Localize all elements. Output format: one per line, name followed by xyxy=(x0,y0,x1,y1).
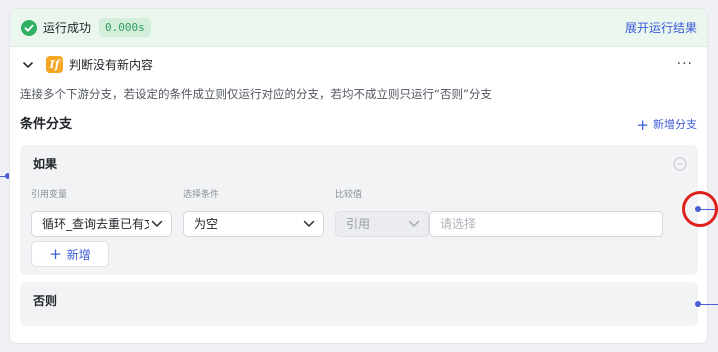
plus-icon: + xyxy=(636,115,649,134)
add-branch-label: 新增分支 xyxy=(653,118,697,131)
if-branch-title: 如果 xyxy=(33,157,58,171)
expand-run-result-link[interactable]: 展开运行结果 xyxy=(625,20,697,36)
condition-node-card: 运行成功 0.000s 展开运行结果 If 判断没有新内容 ··· 连接多个下游… xyxy=(9,8,708,344)
plus-icon: + xyxy=(49,245,62,263)
add-condition-button[interactable]: + 新增 xyxy=(31,241,109,267)
add-branch-button[interactable]: + 新增分支 xyxy=(636,116,697,134)
else-branch-title: 否则 xyxy=(33,294,58,308)
if-node-icon: If xyxy=(46,56,63,73)
variable-select[interactable]: 循环_查询去重已有文 xyxy=(31,211,172,237)
else-connector-line xyxy=(701,304,718,305)
compare-column-label: 比较值 xyxy=(335,190,363,200)
branches-section-title: 条件分支 xyxy=(20,117,73,132)
condition-select[interactable]: 为空 xyxy=(183,211,324,237)
compare-type-select: 引用 xyxy=(335,211,429,237)
else-branch-panel: 否则 xyxy=(20,282,698,326)
run-status-label: 运行成功 xyxy=(43,21,92,35)
highlight-circle xyxy=(682,191,718,227)
node-header: If 判断没有新内容 ··· xyxy=(10,47,707,83)
chevron-down-icon[interactable] xyxy=(22,60,34,70)
check-circle-icon xyxy=(21,20,37,36)
chevron-down-icon xyxy=(408,220,420,227)
run-duration-badge: 0.000s xyxy=(99,18,151,37)
variable-select-value: 循环_查询去重已有文 xyxy=(42,217,149,231)
run-status-bar: 运行成功 0.000s 展开运行结果 xyxy=(10,9,707,47)
variable-column-label: 引用变量 xyxy=(31,190,68,200)
node-title[interactable]: 判断没有新内容 xyxy=(69,57,153,73)
condition-column-label: 选择条件 xyxy=(183,190,220,200)
more-options-icon[interactable]: ··· xyxy=(677,57,693,71)
remove-branch-icon[interactable] xyxy=(673,157,687,171)
chevron-down-icon xyxy=(151,220,163,227)
node-description: 连接多个下游分支，若设定的条件成立则仅运行对应的分支，若均不成立则只运行“否则”… xyxy=(20,87,492,101)
condition-select-value: 为空 xyxy=(194,217,219,231)
chevron-down-icon xyxy=(303,220,315,227)
compare-type-value: 引用 xyxy=(346,217,371,231)
compare-value-input[interactable]: 请选择 xyxy=(429,211,663,237)
add-condition-label: 新增 xyxy=(66,248,91,262)
if-branch-panel: 如果 引用变量 选择条件 比较值 循环_查询去重已有文 为空 引用 请选择 + … xyxy=(20,145,698,275)
